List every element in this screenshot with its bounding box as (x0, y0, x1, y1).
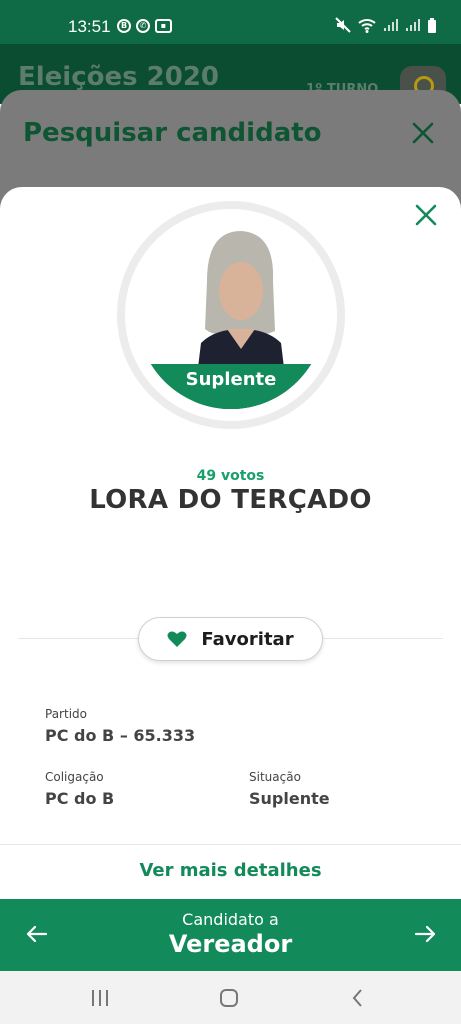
wifi-icon (358, 18, 376, 33)
system-icons (335, 17, 437, 33)
partido-value: PC do B – 65.333 (45, 726, 196, 745)
more-details-link[interactable]: Ver mais detalhes (0, 860, 461, 881)
situacao-label: Situação (249, 770, 301, 784)
close-icon[interactable] (412, 201, 440, 229)
system-nav-bar (0, 971, 461, 1024)
notification-icons: B ✆ ▪ (117, 19, 172, 33)
close-icon[interactable] (410, 120, 436, 146)
candidate-card: Suplente 49 votos LORA DO TERÇADO Favori… (0, 187, 461, 899)
battery-icon (428, 17, 436, 33)
candidate-photo-frame: Suplente (117, 201, 345, 429)
partido-label: Partido (45, 707, 87, 721)
divider (0, 844, 461, 845)
coligacao-label: Coligação (45, 770, 104, 784)
candidate-nav-footer: Candidato a Vereador (0, 899, 461, 971)
footer-subtitle: Candidato a (182, 910, 279, 929)
mute-icon (335, 17, 351, 33)
vote-count: 49 votos (196, 468, 265, 484)
b-icon: B (117, 19, 131, 33)
candidate-name: LORA DO TERÇADO (89, 485, 372, 515)
teams-icon: ▪ (155, 19, 172, 33)
office-title: Vereador (168, 930, 293, 958)
status-bar: 13:51 B ✆ ▪ (0, 0, 461, 44)
election-title: Eleições 2020 (18, 62, 220, 92)
status-time: 13:51 (68, 17, 111, 36)
favorite-button[interactable]: Favoritar (138, 617, 323, 661)
situacao-value: Suplente (249, 789, 330, 808)
signal-icon (406, 19, 420, 31)
favorite-label: Favoritar (201, 628, 294, 650)
search-sheet-title: Pesquisar candidato (23, 118, 322, 148)
status-badge: Suplente (137, 364, 325, 409)
signal-icon (384, 19, 398, 31)
home-icon[interactable] (217, 987, 241, 1009)
arrow-right-icon[interactable] (412, 921, 438, 947)
heart-icon (167, 631, 187, 647)
coligacao-value: PC do B (45, 789, 115, 808)
recent-apps-icon[interactable] (88, 987, 112, 1009)
whatsapp-icon: ✆ (136, 19, 150, 33)
candidate-photo: Suplente (137, 221, 325, 409)
back-icon[interactable] (346, 987, 370, 1009)
